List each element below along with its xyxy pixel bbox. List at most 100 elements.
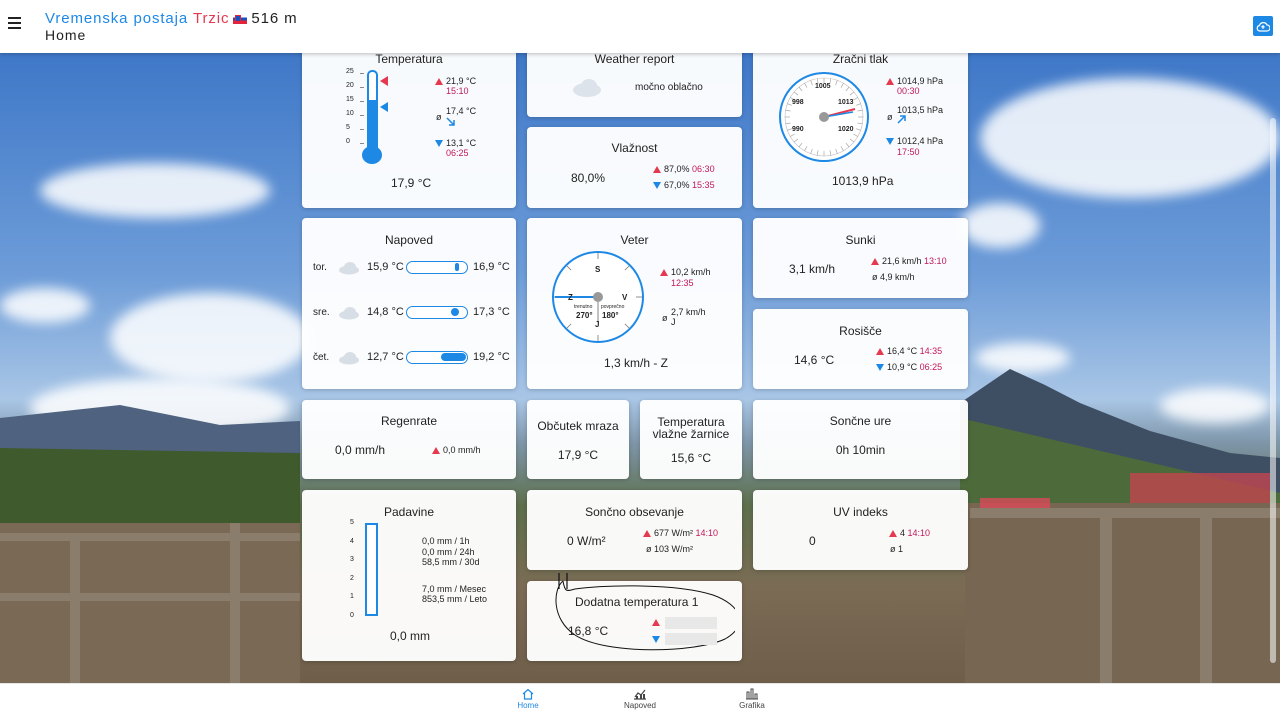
card-title: Temperatura — [375, 52, 443, 66]
sunshine-hours-card[interactable]: Sončne ure 0h 10min — [753, 400, 968, 479]
precipitation-total: 0,0 mm / 1h — [422, 536, 470, 546]
chart-icon — [634, 689, 646, 700]
card-title: Sončne ure — [829, 414, 892, 428]
uv-current: 0 — [809, 534, 816, 548]
solar-avg: 103 W/m² — [654, 544, 694, 554]
forecast-range-fill — [455, 263, 459, 271]
temp-current: 17,9 °C — [391, 176, 432, 190]
temp-scale-tick — [360, 87, 364, 88]
gauge-label-1013: 1013 — [838, 99, 854, 106]
weather-description: močno oblačno — [635, 82, 703, 93]
forecast-range-fill — [441, 353, 466, 361]
uv-index-card[interactable]: UV indeks 0 4 14:10 ø 1 — [753, 490, 968, 570]
gauge-label-1020: 1020 — [838, 126, 854, 133]
precipitation-scale-label: 3 — [350, 556, 354, 564]
solar-max: 677 W/m² — [654, 528, 694, 538]
precipitation-scale-label: 1 — [350, 593, 354, 601]
pressure-card[interactable]: Zračni tlak 1005 998 1013 990 1020 1014,… — [753, 46, 968, 208]
temp-scale-label: 0 — [346, 138, 350, 145]
nav-forecast[interactable]: Napoved — [610, 688, 670, 710]
temp-scale-tick — [360, 101, 364, 102]
nav-graphics[interactable]: Grafika — [722, 688, 782, 710]
wet-bulb-title-line2: vlažne žarnice — [652, 427, 730, 441]
dewpoint-card[interactable]: Rosišče 14,6 °C 16,4 °C 14:35 10,9 °C 06… — [753, 309, 968, 389]
temperature-card[interactable]: Temperatura 25 20 15 10 5 0 21,9 °C 15:10 ø 1… — [302, 46, 516, 208]
temp-scale-label: 5 — [346, 124, 350, 131]
max-marker-icon — [380, 76, 388, 86]
cloud-icon — [339, 307, 359, 320]
precipitation-card[interactable]: Padavine 5 4 3 2 1 0 0,0 mm / 1h 0,0 mm / 24h 5… — [302, 490, 516, 661]
solar-radiation-card[interactable]: Sončno obsevanje 0 W/m² 677 W/m² 14:10 ø… — [527, 490, 742, 570]
rain-rate-card[interactable]: Regenrate 0,0 mm/h 0,0 mm/h — [302, 400, 516, 479]
forecast-min: 12,7 °C — [367, 351, 404, 363]
nav-home[interactable]: Home — [498, 688, 558, 710]
min-icon — [886, 138, 894, 146]
trend-up-arrow-icon — [897, 115, 906, 124]
temp-min-time: 06:25 — [446, 148, 469, 158]
card-title: Temperatura vlažne žarnice — [640, 416, 742, 440]
card-title: Sončno obsevanje — [585, 505, 684, 519]
wind-chill-card[interactable]: Občutek mraza 17,9 °C — [527, 400, 629, 479]
gusts-card[interactable]: Sunki 3,1 km/h 21,6 km/h 13:10 ø 4,9 km/… — [753, 218, 968, 298]
max-icon — [886, 78, 894, 86]
weather-report-card[interactable]: Weather report močno oblačno — [527, 46, 742, 117]
wind-card[interactable]: Veter S Z V J trenutno povprečno 270° 18… — [527, 218, 742, 389]
temp-scale-label: 20 — [346, 82, 354, 89]
compass-north: S — [595, 265, 601, 274]
extra-temp-value: 16,8 °C — [568, 624, 609, 638]
temp-max: 21,9 °C — [446, 76, 477, 86]
precipitation-scale-label: 4 — [350, 537, 354, 545]
forecast-max: 17,3 °C — [473, 306, 510, 318]
max-icon — [653, 166, 661, 174]
humidity-max: 87,0% — [664, 164, 690, 174]
temp-scale-tick — [360, 73, 364, 74]
wind-direction-current: 270° — [576, 311, 593, 320]
forecast-range-bar — [406, 351, 468, 364]
max-icon — [432, 447, 440, 455]
label-average: povprečno — [601, 304, 625, 310]
temp-min: 13,1 °C — [446, 138, 477, 148]
humidity-max-time: 06:30 — [692, 164, 715, 174]
precipitation-gauge — [365, 523, 378, 616]
trend-down-arrow-icon — [446, 117, 455, 126]
wind-max-time: 12:35 — [671, 278, 694, 288]
humidity-min-time: 15:35 — [692, 180, 715, 190]
scrollbar[interactable] — [1270, 118, 1276, 663]
compass-west: Z — [568, 293, 573, 302]
home-icon — [522, 688, 534, 700]
pressure-current: 1013,9 hPa — [832, 174, 894, 188]
avg-symbol: ø — [646, 544, 652, 554]
pressure-max-time: 00:30 — [897, 86, 920, 96]
card-title: Rosišče — [839, 324, 882, 338]
uv-max-time: 14:10 — [907, 528, 931, 538]
avg-symbol: ø — [662, 313, 668, 323]
wet-bulb-card[interactable]: Temperatura vlažne žarnice 15,6 °C — [640, 400, 742, 479]
gusts-avg: 4,9 km/h — [880, 272, 915, 282]
compass-south: J — [595, 320, 600, 329]
max-icon — [871, 258, 879, 266]
cloud-upload-icon[interactable] — [1253, 16, 1273, 36]
card-title: Veter — [620, 233, 649, 247]
min-icon — [876, 364, 884, 372]
gusts-max-time: 13:10 — [924, 256, 947, 266]
bar-chart-icon — [746, 688, 758, 700]
wet-bulb-value: 15,6 °C — [670, 451, 712, 465]
gusts-current: 3,1 km/h — [789, 262, 836, 276]
menu-icon[interactable] — [8, 14, 24, 36]
humidity-current: 80,0% — [571, 171, 606, 185]
pressure-avg: 1013,5 hPa — [897, 105, 944, 115]
wind-avg-direction: J — [671, 317, 676, 327]
station-altitude: 516 m — [251, 10, 298, 27]
gusts-max: 21,6 km/h — [882, 256, 922, 266]
forecast-card[interactable]: Napoved tor. 15,9 °C 16,9 °C sre. 14,8 °C 17,… — [302, 218, 516, 389]
precipitation-scale-label: 5 — [350, 519, 354, 526]
forecast-max: 16,9 °C — [473, 261, 510, 273]
temp-max-time: 15:10 — [446, 86, 469, 96]
forecast-day: čet. — [313, 352, 330, 363]
extra-temperature-card[interactable]: Dodatna temperatura 1 16,8 °C — [527, 573, 742, 661]
card-title: Zračni tlak — [832, 52, 889, 66]
slovenia-flag-icon — [233, 14, 248, 25]
min-icon — [435, 140, 443, 148]
humidity-card[interactable]: Vlažnost 80,0% 87,0% 06:30 67,0% 15:35 — [527, 127, 742, 208]
wind-direction-avg: 180° — [602, 311, 619, 320]
